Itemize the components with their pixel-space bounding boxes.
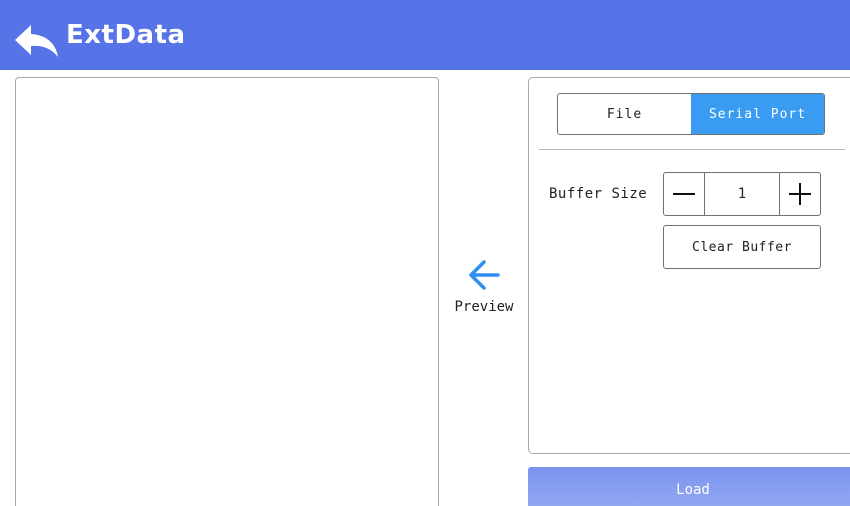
preview-label: Preview (454, 299, 514, 315)
back-arrow-icon (15, 25, 58, 57)
preview-button[interactable]: Preview (450, 255, 518, 335)
buffer-size-value[interactable]: 1 (705, 173, 779, 215)
tab-file[interactable]: File (558, 94, 691, 134)
buffer-size-label: Buffer Size (549, 186, 648, 202)
increment-button[interactable] (779, 173, 820, 215)
header-bar: ExtData (0, 0, 850, 70)
arrow-left-icon (469, 260, 500, 290)
clear-buffer-button[interactable]: Clear Buffer (663, 225, 821, 269)
tab-serial-port[interactable]: Serial Port (691, 94, 824, 134)
decrement-button[interactable] (664, 173, 705, 215)
divider (539, 149, 845, 150)
source-config-panel: File Serial Port Buffer Size 1 Clear Buf… (528, 77, 850, 454)
source-tab-group: File Serial Port (557, 93, 825, 135)
plus-icon (789, 183, 811, 205)
data-preview-pane (15, 77, 439, 506)
back-button[interactable] (14, 24, 60, 58)
ext-data-screen: ExtData Preview File Serial Port Buffer … (0, 0, 850, 506)
page-title: ExtData (66, 20, 186, 50)
load-button[interactable]: Load (528, 467, 850, 506)
buffer-size-stepper: 1 (663, 172, 821, 216)
minus-icon (673, 193, 695, 195)
